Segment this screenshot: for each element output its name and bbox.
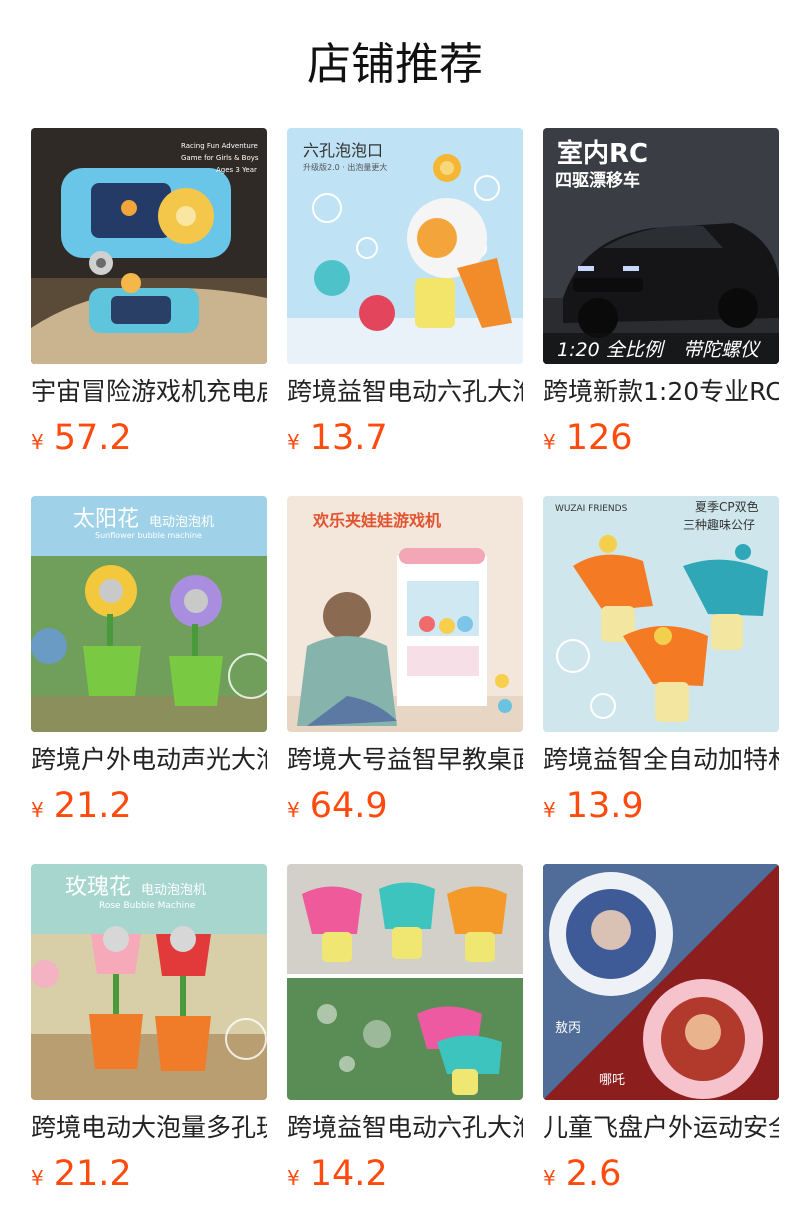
price-amount: 2.6 [565,1154,622,1194]
product-price: ¥ 13.9 [543,784,644,828]
product-image[interactable]: 玫瑰花 电动泡泡机 Rose Bubble Machine [31,864,267,1100]
image-caption: 夏季CP双色 [695,500,759,514]
product-card[interactable]: 室内RC 四驱漂移车 1:20 全比例 带陀螺仪 跨境新款1:20专业RC漂移 … [543,128,779,496]
image-caption: 升级版2.0 · 出泡量更大 [303,162,387,172]
product-name[interactable]: 跨境新款1:20专业RC漂移 [543,374,779,410]
rose-bubble-machine-image: 玫瑰花 电动泡泡机 Rose Bubble Machine [31,864,267,1100]
product-grid: Racing Fun Adventure Game for Girls & Bo… [31,128,779,1232]
product-name[interactable]: 跨境大号益智早教桌面 [287,742,523,778]
image-caption: 太阳花 [73,507,139,532]
image-caption: Racing Fun Adventure [181,142,258,150]
product-name[interactable]: 儿童飞盘户外运动安全 [543,1110,779,1146]
product-price: ¥ 64.9 [287,784,388,828]
price-amount: 64.9 [309,786,388,826]
currency-symbol: ¥ [287,798,300,822]
image-caption: 哪吒 [599,1073,625,1088]
image-caption: 1:20 全比例 [557,339,666,361]
currency-symbol: ¥ [31,430,44,454]
image-caption: Ages 3 Year [216,166,257,174]
product-name[interactable]: 跨境益智电动六孔大泡泡 [287,374,523,410]
product-image[interactable] [287,864,523,1100]
image-caption: WUZAI FRIENDS [555,504,628,514]
product-card[interactable]: 欢乐夹娃娃游戏机 DOLL MACHINE 跨境大号益智早教桌面 ¥ 64.9 [287,496,523,864]
claw-machine-image: 欢乐夹娃娃游戏机 DOLL MACHINE [287,496,523,732]
image-caption: 欢乐夹娃娃游戏机 [312,511,441,530]
product-name[interactable]: 跨境电动大泡量多孔玩具 [31,1110,267,1146]
rc-car-image: 室内RC 四驱漂移车 1:20 全比例 带陀螺仪 [543,128,779,364]
image-caption: Game for Girls & Boys [181,154,259,162]
product-price: ¥ 13.7 [287,416,388,460]
image-caption: 三种趣味公仔 [683,517,755,532]
product-image[interactable]: 室内RC 四驱漂移车 1:20 全比例 带陀螺仪 [543,128,779,364]
image-caption: 电动泡泡机 [141,883,206,898]
bubble-gun-pair-image: WUZAI FRIENDS 夏季CP双色 三种趣味公仔 [543,496,779,732]
image-caption: Rose Bubble Machine [99,901,196,911]
product-card[interactable]: 敖丙 哪吒 儿童飞盘户外运动安全 ¥ 2.6 [543,864,779,1232]
product-name[interactable]: 跨境益智全自动加特林 [543,742,779,778]
image-caption: 室内RC [557,138,648,169]
product-name[interactable]: 跨境益智电动六孔大泡泡 [287,1110,523,1146]
product-image[interactable]: Racing Fun Adventure Game for Girls & Bo… [31,128,267,364]
image-caption: 玫瑰花 [65,875,131,900]
game-console-toy-image: Racing Fun Adventure Game for Girls & Bo… [31,128,267,364]
currency-symbol: ¥ [287,1166,300,1190]
product-price: ¥ 21.2 [31,1152,132,1196]
product-price: ¥ 57.2 [31,416,132,460]
price-amount: 14.2 [309,1154,388,1194]
price-amount: 13.7 [309,418,388,458]
currency-symbol: ¥ [31,1166,44,1190]
image-caption: 四驱漂移车 [555,170,640,191]
currency-symbol: ¥ [543,430,556,454]
product-image[interactable]: 六孔泡泡口 升级版2.0 · 出泡量更大 [287,128,523,364]
image-caption: 电动泡泡机 [149,515,214,530]
product-card[interactable]: 玫瑰花 电动泡泡机 Rose Bubble Machine 跨境电动大泡量多孔玩… [31,864,267,1232]
sunflower-bubble-machine-image: 太阳花 电动泡泡机 Sunflower bubble machine [31,496,267,732]
bubble-gun-image: 六孔泡泡口 升级版2.0 · 出泡量更大 [287,128,523,364]
product-card[interactable]: WUZAI FRIENDS 夏季CP双色 三种趣味公仔 跨境益智全自动加特林 ¥… [543,496,779,864]
product-price: ¥ 14.2 [287,1152,388,1196]
product-card[interactable]: 六孔泡泡口 升级版2.0 · 出泡量更大 跨境益智电动六孔大泡泡 ¥ 13.7 [287,128,523,496]
image-caption: 六孔泡泡口 [303,141,383,160]
product-price: ¥ 2.6 [543,1152,621,1196]
price-amount: 21.2 [53,786,132,826]
image-caption: 敖丙 [555,1020,581,1036]
product-image[interactable]: WUZAI FRIENDS 夏季CP双色 三种趣味公仔 [543,496,779,732]
image-caption: DOLL MACHINE [413,568,467,576]
product-price: ¥ 21.2 [31,784,132,828]
section-title: 店铺推荐 [307,39,483,90]
cat-bubble-guns-image [287,864,523,1100]
currency-symbol: ¥ [287,430,300,454]
currency-symbol: ¥ [543,798,556,822]
price-amount: 21.2 [53,1154,132,1194]
product-image[interactable]: 敖丙 哪吒 [543,864,779,1100]
product-name[interactable]: 跨境户外电动声光大泡泡 [31,742,267,778]
product-card[interactable]: 太阳花 电动泡泡机 Sunflower bubble machine 跨境户外电… [31,496,267,864]
product-price: ¥ 126 [543,416,633,460]
price-amount: 13.9 [565,786,644,826]
product-image[interactable]: 欢乐夹娃娃游戏机 DOLL MACHINE [287,496,523,732]
product-name[interactable]: 宇宙冒险游戏机充电启蒙 [31,374,267,410]
product-card[interactable]: Racing Fun Adventure Game for Girls & Bo… [31,128,267,496]
product-card[interactable]: 跨境益智电动六孔大泡泡 ¥ 14.2 [287,864,523,1232]
product-image[interactable]: 太阳花 电动泡泡机 Sunflower bubble machine [31,496,267,732]
currency-symbol: ¥ [31,798,44,822]
image-caption: Sunflower bubble machine [95,531,202,540]
currency-symbol: ¥ [543,1166,556,1190]
image-caption: 带陀螺仪 [683,339,761,361]
price-amount: 57.2 [53,418,132,458]
price-amount: 126 [565,418,633,458]
flying-disc-image: 敖丙 哪吒 [543,864,779,1100]
